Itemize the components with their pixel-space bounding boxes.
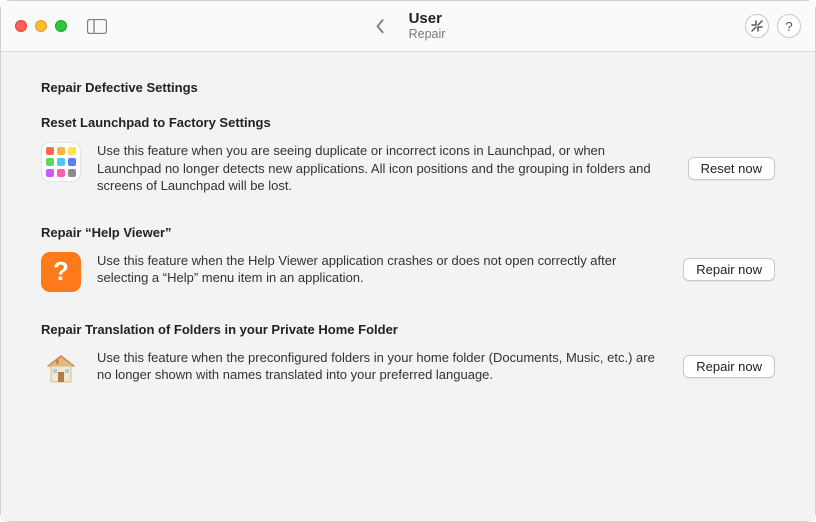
section-desc-helpviewer: Use this feature when the Help Viewer ap… (97, 252, 665, 287)
help-viewer-icon: ? (41, 252, 81, 292)
section-translation: Repair Translation of Folders in your Pr… (41, 322, 775, 389)
window-subtitle: Repair (409, 27, 446, 41)
help-button[interactable]: ? (777, 14, 801, 38)
section-desc-translation: Use this feature when the preconfigured … (97, 349, 665, 384)
question-mark-icon: ? (53, 256, 69, 287)
content-area: Repair Defective Settings Reset Launchpa… (1, 52, 815, 521)
reset-launchpad-button[interactable]: Reset now (688, 157, 775, 180)
section-helpviewer: Repair “Help Viewer” ? Use this feature … (41, 225, 775, 292)
launchpad-icon (41, 142, 81, 182)
fullscreen-window-button[interactable] (55, 20, 67, 32)
repair-helpviewer-button[interactable]: Repair now (683, 258, 775, 281)
minimize-window-button[interactable] (35, 20, 47, 32)
section-title-launchpad: Reset Launchpad to Factory Settings (41, 115, 775, 130)
section-title-helpviewer: Repair “Help Viewer” (41, 225, 775, 240)
close-window-button[interactable] (15, 20, 27, 32)
home-folder-icon (41, 349, 81, 389)
section-launchpad: Reset Launchpad to Factory Settings Use … (41, 115, 775, 195)
section-desc-launchpad: Use this feature when you are seeing dup… (97, 142, 670, 195)
section-title-translation: Repair Translation of Folders in your Pr… (41, 322, 775, 337)
collapse-button[interactable] (745, 14, 769, 38)
window-controls (15, 20, 67, 32)
page-heading: Repair Defective Settings (41, 80, 775, 95)
sidebar-toggle-button[interactable] (87, 18, 107, 34)
repair-translation-button[interactable]: Repair now (683, 355, 775, 378)
titlebar: User Repair ? (1, 1, 815, 52)
window-title: User (409, 10, 446, 27)
titlebar-center: User Repair (371, 10, 446, 42)
back-button[interactable] (371, 13, 391, 39)
